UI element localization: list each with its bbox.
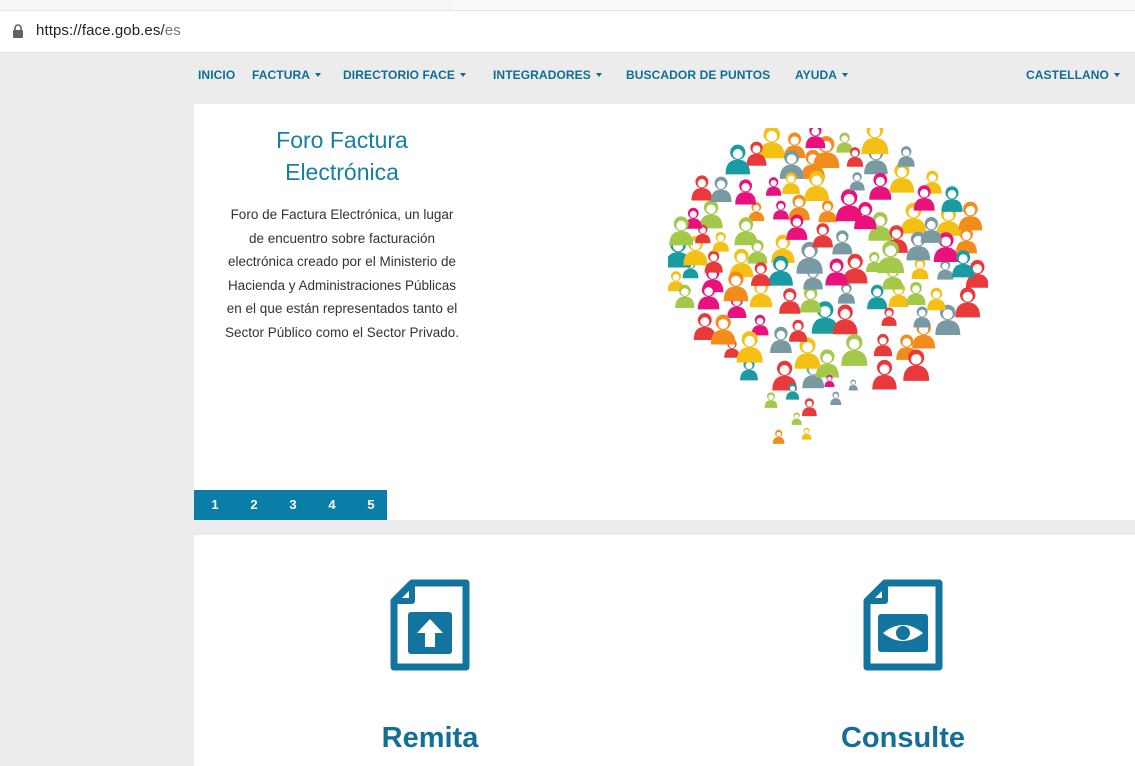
person-silhouette xyxy=(848,379,858,391)
hero-title-line: Electrónica xyxy=(285,159,399,185)
carousel-pager: 1 2 3 4 5 xyxy=(194,490,387,520)
person-silhouette xyxy=(794,337,821,369)
main-navigation: INICIO FACTURA DIRECTORIO FACE INTEGRADO… xyxy=(194,53,1135,99)
caret-down-icon xyxy=(1114,72,1120,77)
url-path: es xyxy=(164,22,181,39)
description-line: en el que están representados tanto el xyxy=(226,301,458,316)
pager-item[interactable]: 4 xyxy=(324,497,340,512)
person-silhouette xyxy=(911,258,929,279)
person-silhouette xyxy=(710,314,736,345)
person-silhouette xyxy=(801,427,812,440)
nav-item-buscador-de-puntos[interactable]: BUSCADOR DE PUNTOS xyxy=(626,68,770,82)
nav-item-factura[interactable]: FACTURA xyxy=(252,68,322,82)
person-silhouette xyxy=(897,146,915,167)
person-silhouette xyxy=(736,331,763,363)
hero-title-line: Foro Factura xyxy=(276,127,408,153)
person-silhouette xyxy=(789,319,808,342)
person-silhouette xyxy=(873,333,893,357)
person-silhouette xyxy=(955,287,981,318)
hero-title: Foro Factura Electrónica xyxy=(232,124,452,188)
card-title-remita[interactable]: Remita xyxy=(320,722,540,755)
description-line: Hacienda y Administraciones Públicas xyxy=(227,277,457,293)
person-silhouette xyxy=(818,200,837,223)
person-silhouette xyxy=(832,230,853,255)
person-silhouette xyxy=(841,334,868,366)
nav-item-integradores[interactable]: INTEGRADORES xyxy=(493,68,602,82)
card-title-consulte[interactable]: Consulte xyxy=(793,722,1013,755)
person-silhouette xyxy=(802,398,817,417)
caret-down-icon xyxy=(315,72,322,77)
person-silhouette xyxy=(958,201,983,231)
person-silhouette xyxy=(735,179,756,205)
hero-description: Foro de Factura Electrónica, un lugar de… xyxy=(208,203,476,344)
pager-item[interactable]: 2 xyxy=(246,497,262,512)
nav-item-directorio-face[interactable]: DIRECTORIO FACE xyxy=(343,68,466,82)
hero-carousel: Foro Factura Electrónica Foro de Factura… xyxy=(194,104,1135,520)
person-silhouette xyxy=(937,260,954,280)
people-speech-bubble-illustration xyxy=(668,128,988,444)
nav-item-label: BUSCADOR DE PUNTOS xyxy=(626,68,771,82)
person-silhouette xyxy=(835,189,863,222)
browser-address-bar[interactable]: https://face.gob.es/es xyxy=(0,0,1135,53)
person-silhouette xyxy=(699,200,723,229)
person-silhouette xyxy=(849,172,865,191)
person-silhouette xyxy=(861,128,889,155)
person-silhouette xyxy=(712,231,729,252)
language-selector[interactable]: CASTELLANO xyxy=(1026,68,1120,82)
person-silhouette xyxy=(872,359,897,390)
person-silhouette xyxy=(832,304,858,335)
person-silhouette xyxy=(837,282,855,304)
nav-item-inicio[interactable]: INICIO xyxy=(198,68,235,82)
nav-item-label: AYUDA xyxy=(795,68,838,82)
url-host: https://face.gob.es/ xyxy=(36,22,165,39)
description-line: Foro de Factura Electrónica, un lugar xyxy=(230,207,454,222)
caret-down-icon xyxy=(842,72,849,77)
person-silhouette xyxy=(779,288,801,314)
caret-down-icon xyxy=(459,72,466,77)
nav-item-label: INTEGRADORES xyxy=(493,68,591,82)
person-silhouette xyxy=(773,200,789,220)
person-silhouette xyxy=(869,172,892,200)
url-text[interactable]: https://face.gob.es/es xyxy=(36,22,181,39)
nav-item-ayuda[interactable]: AYUDA xyxy=(795,68,849,82)
pager-item[interactable]: 3 xyxy=(285,497,301,512)
person-silhouette xyxy=(758,128,785,159)
person-silhouette xyxy=(751,314,769,336)
person-silhouette xyxy=(770,326,792,353)
person-silhouette xyxy=(825,258,848,286)
person-silhouette xyxy=(927,287,946,311)
person-silhouette xyxy=(710,176,732,203)
person-silhouette xyxy=(830,391,842,405)
caret-down-icon xyxy=(595,72,602,77)
person-silhouette xyxy=(751,262,771,286)
action-cards: Remita Consulte xyxy=(194,535,1135,766)
person-silhouette xyxy=(725,144,751,175)
pager-item[interactable]: 1 xyxy=(207,497,223,512)
person-silhouette xyxy=(800,286,822,313)
pager-item[interactable]: 5 xyxy=(363,497,379,512)
person-silhouette xyxy=(764,392,778,408)
description-line: Sector Público como el Sector Privado. xyxy=(224,324,460,340)
person-silhouette xyxy=(881,307,897,326)
nav-item-label: INICIO xyxy=(198,68,236,82)
nav-item-label: FACTURA xyxy=(252,68,311,82)
description-line: electrónica creado por el Ministerio de xyxy=(227,254,457,269)
lock-icon[interactable] xyxy=(12,24,24,38)
description-line: de encuentro sobre facturación xyxy=(248,230,436,246)
browser-tab-strip xyxy=(0,0,1135,11)
person-silhouette xyxy=(765,177,782,196)
document-upload-icon[interactable] xyxy=(388,579,472,671)
person-silhouette xyxy=(836,132,853,153)
person-silhouette xyxy=(748,202,765,222)
nav-item-label: DIRECTORIO FACE xyxy=(343,68,455,82)
person-silhouette xyxy=(791,412,802,425)
person-silhouette xyxy=(691,175,713,201)
document-view-icon[interactable] xyxy=(861,579,945,671)
person-silhouette xyxy=(772,429,785,444)
person-silhouette xyxy=(889,163,915,193)
person-silhouette xyxy=(812,223,833,248)
person-silhouette xyxy=(906,281,926,305)
language-label: CASTELLANO xyxy=(1026,68,1109,82)
person-silhouette xyxy=(941,186,963,212)
